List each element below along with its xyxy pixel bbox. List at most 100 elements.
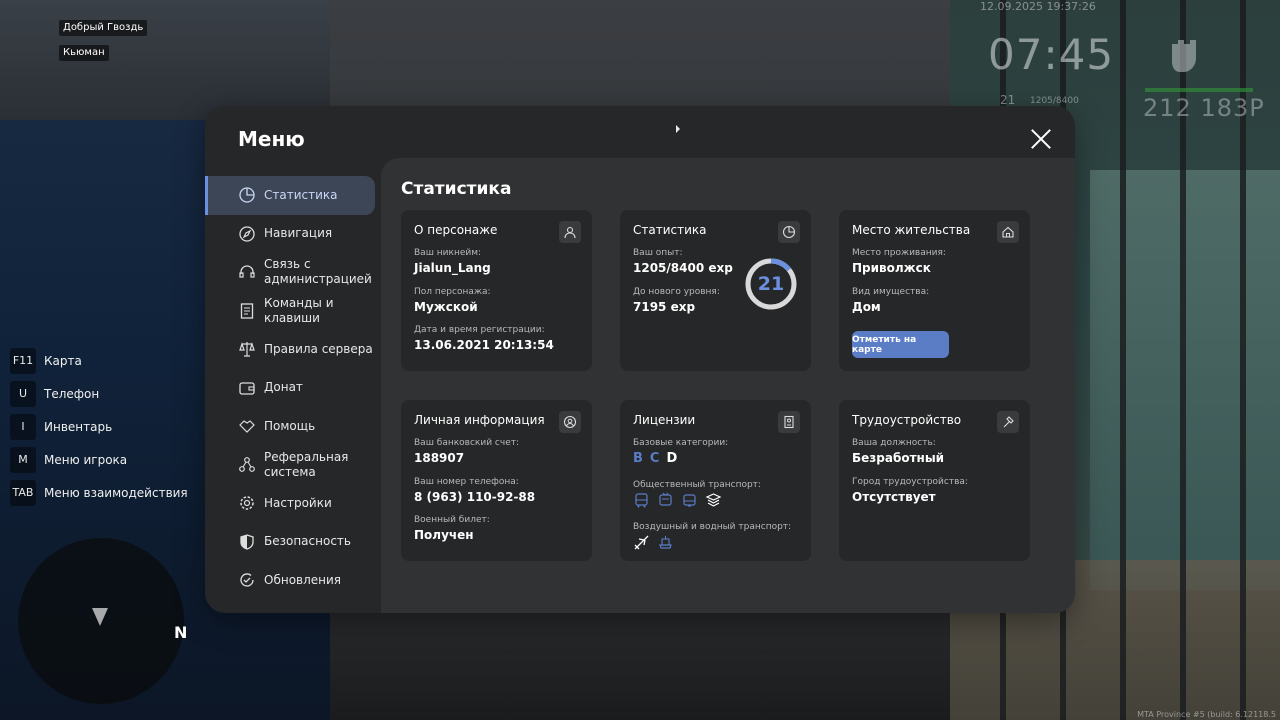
hotkey-label: Телефон [44, 386, 100, 401]
military-id-label: Военный билет: [414, 515, 490, 525]
license-category-d: D [666, 451, 678, 466]
boat-icon [659, 536, 672, 549]
card-title: Трудоустройство [852, 413, 962, 427]
mouse-cursor [676, 125, 680, 133]
build-version: MTA Province #5 (build: 6.12118.5 [1137, 710, 1276, 719]
gear-icon [240, 496, 254, 510]
statistics-content: Статистика О персонаже Ваш никнейм: Jial… [381, 158, 1075, 613]
sidebar-item-statistics[interactable]: Статистика [205, 176, 375, 215]
bank-account-value: 188907 [414, 451, 465, 465]
bank-account-label: Ваш банковский счет: [414, 438, 520, 448]
compass-icon [239, 226, 255, 242]
air-water-transport-label: Воздушный и водный транспорт: [633, 522, 792, 532]
mark-on-map-button[interactable]: Отметить на карте [852, 331, 949, 358]
menu-sidebar: Статистика Навигация Связь с администрац… [205, 176, 381, 600]
user-icon [559, 221, 581, 243]
hammer-icon [997, 411, 1019, 433]
character-card: О персонаже Ваш никнейм: Jialun_Lang Пол… [401, 210, 592, 371]
handshake-icon [239, 420, 255, 434]
wallet-icon [239, 382, 255, 395]
sidebar-item-label: Связь с администрацией [264, 257, 372, 287]
gender-value: Мужской [414, 300, 478, 314]
hud-datetime: 12.09.2025 19:37:26 [980, 0, 1096, 13]
hotkey-key: U [10, 380, 36, 407]
license-categories: B C D [633, 451, 677, 466]
sidebar-item-commands[interactable]: Команды и клавиши [205, 292, 381, 331]
license-category-c: C [649, 451, 660, 466]
card-title: Лицензии [633, 413, 696, 427]
close-button[interactable] [1030, 128, 1052, 150]
place-value: Приволжск [852, 261, 931, 275]
hud-clock: 07:45 [988, 30, 1115, 79]
position-value: Безработный [852, 451, 945, 465]
sidebar-item-label: Настройки [264, 495, 332, 510]
sidebar-item-label: Команды и клавиши [264, 295, 334, 325]
hotkey-list: F11 Карта U Телефон I Инвентарь M Меню и… [10, 344, 188, 509]
hotkey-key: M [10, 446, 36, 473]
player-nametag: Кьюман [59, 45, 109, 61]
place-label: Место проживания: [852, 248, 946, 258]
hotkey-inventory[interactable]: I Инвентарь [10, 410, 188, 443]
residence-card: Место жительства Место проживания: Приво… [839, 210, 1030, 371]
sidebar-item-settings[interactable]: Настройки [205, 484, 381, 523]
card-title: Статистика [633, 223, 707, 237]
player-arrow-icon [92, 608, 108, 626]
sidebar-item-label: Донат [264, 380, 303, 395]
hotkey-interaction-menu[interactable]: TAB Меню взаимодействия [10, 476, 188, 509]
air-water-icons [633, 534, 674, 551]
network-icon [239, 456, 255, 472]
position-label: Ваша должность: [852, 438, 936, 448]
main-menu-window: Меню Статистика Навигация Связь с админи… [205, 106, 1075, 613]
sidebar-item-label: Навигация [264, 226, 333, 241]
minimap-north-label: N [174, 623, 188, 642]
hotkey-label: Меню взаимодействия [44, 485, 188, 500]
sidebar-item-rules[interactable]: Правила сервера [205, 330, 381, 369]
employment-card: Трудоустройство Ваша должность: Безработ… [839, 400, 1030, 561]
nickname-label: Ваш никнейм: [414, 248, 482, 258]
sidebar-item-security[interactable]: Безопасность [205, 523, 381, 562]
fist-icon [1172, 40, 1196, 72]
gender-label: Пол персонажа: [414, 287, 491, 297]
sidebar-item-referral[interactable]: Реферальная система [205, 446, 381, 485]
player-nametag: Добрый Гвоздь [59, 20, 148, 36]
hotkey-map[interactable]: F11 Карта [10, 344, 188, 377]
tram-icon [683, 494, 696, 507]
hud-level: 21 [1000, 93, 1016, 107]
hotkey-label: Инвентарь [44, 419, 113, 434]
exp-label: Ваш опыт: [633, 248, 683, 258]
sidebar-item-label: Помощь [264, 418, 316, 433]
hud-health-bar [1145, 88, 1253, 92]
phone-label: Ваш номер телефона: [414, 477, 519, 487]
sidebar-item-donate[interactable]: Донат [205, 369, 381, 408]
personal-info-card: Личная информация Ваш банковский счет: 1… [401, 400, 592, 561]
card-title: Личная информация [414, 413, 545, 427]
base-categories-label: Базовые категории: [633, 438, 729, 448]
airplane-icon [634, 535, 649, 550]
pie-chart-icon [778, 221, 800, 243]
public-transport-icons [633, 492, 722, 509]
hotkey-label: Меню игрока [44, 452, 128, 467]
refresh-check-icon [240, 573, 254, 587]
sidebar-item-label: Статистика [264, 187, 338, 202]
sidebar-item-navigation[interactable]: Навигация [205, 215, 381, 254]
bus-icon [635, 493, 648, 508]
next-level-label: До нового уровня: [633, 287, 720, 297]
hotkey-phone[interactable]: U Телефон [10, 377, 188, 410]
property-label: Вид имущества: [852, 287, 930, 297]
next-level-value: 7195 exp [633, 300, 696, 314]
sidebar-item-label: Безопасность [264, 534, 351, 549]
registration-value: 13.06.2021 20:13:54 [414, 338, 554, 352]
employment-city-value: Отсутствует [852, 490, 936, 504]
phone-value: 8 (963) 110-92-88 [414, 490, 536, 504]
pie-chart-icon [239, 187, 255, 203]
scales-icon [239, 342, 255, 357]
hotkey-player-menu[interactable]: M Меню игрока [10, 443, 188, 476]
sidebar-item-updates[interactable]: Обновления [205, 561, 381, 600]
sidebar-item-help[interactable]: Помощь [205, 407, 381, 446]
hotkey-label: Карта [44, 353, 82, 368]
shield-icon [240, 534, 254, 550]
content-title: Статистика [401, 179, 512, 199]
sidebar-item-admin-contact[interactable]: Связь с администрацией [205, 253, 381, 292]
licenses-card: Лицензии Базовые категории: B C D Общест… [620, 400, 811, 561]
background-ceiling [0, 0, 330, 120]
